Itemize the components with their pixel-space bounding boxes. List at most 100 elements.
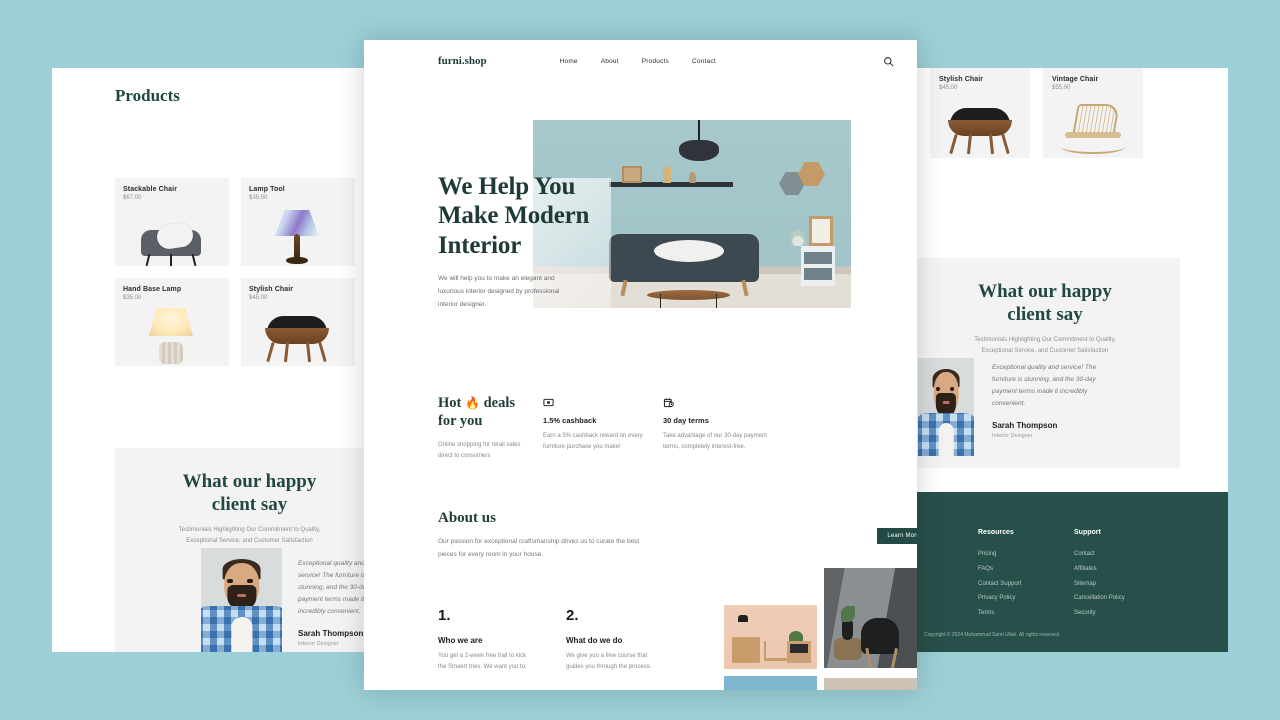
footer-column-heading: ces <box>910 524 978 541</box>
footer-link[interactable]: FAQs <box>978 562 1074 577</box>
product-name: Stylish Chair <box>939 76 984 83</box>
learn-more-button[interactable]: Learn More <box>877 528 917 544</box>
about-paragraph: Our passion for exceptional craftsmanshi… <box>438 538 640 558</box>
deal-item-cashback: 1.5% cashback Earn a 5% cashback reward … <box>543 395 653 463</box>
hero-heading-line1: We Help You <box>438 173 576 200</box>
footer-column-heading: Support <box>1074 529 1101 536</box>
testimonial-body: Exceptional quality and service! The fur… <box>992 362 1102 439</box>
deals-heading-line2: for you <box>438 412 483 429</box>
product-card[interactable]: Vintage Chair $55.00 <box>1043 68 1143 158</box>
product-name: Hand Base Lamp <box>123 286 182 293</box>
hero-heading-line2: Make Modern <box>438 202 590 230</box>
product-price: $35.00 <box>249 195 268 201</box>
product-card[interactable]: Stylish Chair $45.00 <box>241 278 355 366</box>
footer-copyright: Copyright © 2024 Muhammad Sami Ullah. Al… <box>924 632 1061 638</box>
footer-column-company: ces ut Us y Center <box>910 524 978 621</box>
product-card[interactable]: Stylish Chair $45.00 <box>930 68 1030 158</box>
testimonial-title: What our happy client say <box>115 470 384 516</box>
hero-paragraph: We will help you to make an elegant and … <box>438 274 560 308</box>
testimonial-section: What our happy client say Testimonials H… <box>115 448 384 652</box>
product-image <box>241 206 355 266</box>
footer-link[interactable]: Contact Support <box>978 577 1074 592</box>
product-grid: Stylish Chair $45.00 Vintage Chair $55.0… <box>930 68 1143 158</box>
left-preview-panel: Products Stackable Chair $67.00 Lamp Too… <box>52 68 384 652</box>
footer-link[interactable]: y <box>910 562 978 577</box>
about-heading: About us <box>438 510 496 526</box>
footer-column-resources: Resources Pricing FAQs Contact Support P… <box>978 524 1074 621</box>
about-image-desk <box>724 605 817 669</box>
footer-link[interactable]: Contact <box>1074 547 1174 562</box>
brand-logo[interactable]: furni.shop <box>438 55 487 67</box>
product-name: Vintage Chair <box>1052 76 1099 83</box>
footer-link[interactable]: ut Us <box>910 547 978 562</box>
product-price: $35.00 <box>123 295 142 301</box>
testimonial-avatar <box>918 358 974 456</box>
testimonial-title-line2: client say <box>211 494 288 516</box>
testimonial-title-line1: What our happy <box>978 281 1112 302</box>
product-card[interactable]: Hand Base Lamp $35.00 <box>115 278 229 366</box>
nav-item-about[interactable]: About <box>601 58 619 65</box>
deal-title: 30 day terms <box>663 416 709 425</box>
nav-item-home[interactable]: Home <box>560 58 578 65</box>
product-price: $55.00 <box>1052 85 1071 91</box>
products-section-title: Products <box>115 86 180 105</box>
main-navigation: Home About Products Contact <box>560 58 716 65</box>
testimonial-section: What our happy client say Testimonials H… <box>910 258 1180 468</box>
step-body: We give you a free course that guides yo… <box>566 653 652 671</box>
product-card[interactable]: Lamp Tool $35.00 <box>241 178 355 266</box>
footer-link[interactable]: Privacy Policy <box>978 591 1074 606</box>
about-section: About us Our passion for exceptional cra… <box>438 510 917 690</box>
deals-section: Hot 🔥 deals for you Online shopping for … <box>438 395 848 463</box>
footer-link[interactable]: Pricing <box>978 547 1074 562</box>
main-website-mockup: furni.shop Home About Products Contact W… <box>364 40 917 690</box>
testimonial-title-line1: What our happy <box>182 471 317 492</box>
about-image-armchair <box>724 676 817 690</box>
testimonial-avatar <box>201 548 282 652</box>
product-image <box>1043 98 1143 158</box>
step-number: 2. <box>566 607 579 624</box>
about-step: 1. Who we are You get a 2-week free trai… <box>438 607 534 674</box>
step-body: You get a 2-week free trail to kick the … <box>438 653 527 671</box>
search-icon[interactable] <box>881 54 895 68</box>
deals-heading: Hot 🔥 deals for you <box>438 395 538 430</box>
product-name: Stylish Chair <box>249 286 294 293</box>
testimonial-subtitle: Testimonials Highlighting Our Commitment… <box>115 525 384 545</box>
testimonial-title-line2: client say <box>1007 304 1083 326</box>
deals-intro: Hot 🔥 deals for you Online shopping for … <box>438 395 538 463</box>
about-image-living-room <box>824 678 917 690</box>
footer-link[interactable]: Terms <box>978 606 1074 621</box>
footer-link[interactable]: Sitemap <box>1074 577 1174 592</box>
about-step: 2. What do we do We give you a free cour… <box>566 607 662 674</box>
product-card[interactable]: Stackable Chair $67.00 <box>115 178 229 266</box>
footer-column-heading: Resources <box>978 529 1014 536</box>
footer-link[interactable]: Security <box>1074 606 1174 621</box>
testimonial-subtitle-line2: Exceptional Service, and Customer Satisf… <box>186 537 313 544</box>
nav-item-contact[interactable]: Contact <box>692 58 716 65</box>
product-image <box>930 98 1030 158</box>
product-name: Lamp Tool <box>249 186 285 193</box>
nav-item-products[interactable]: Products <box>642 58 669 65</box>
site-navbar: furni.shop Home About Products Contact <box>364 40 917 82</box>
footer-link[interactable]: Center <box>910 577 978 592</box>
product-price: $67.00 <box>123 195 142 201</box>
product-price: $45.00 <box>249 295 268 301</box>
deals-heading-deals: deals <box>483 395 515 411</box>
product-image <box>115 306 229 366</box>
deals-subtitle: Online shopping for retail sales direct … <box>438 442 521 460</box>
deal-item-terms: 30 day terms Take advantage of our 30-da… <box>663 395 773 463</box>
step-title: Who we are <box>438 636 483 645</box>
footer-link[interactable]: Cancellation Policy <box>1074 591 1174 606</box>
about-image-black-chair <box>824 568 917 668</box>
testimonial-role: Interior Designer <box>992 433 1033 440</box>
testimonial-quote: Exceptional quality and service! The fur… <box>992 364 1097 408</box>
testimonial-title: What our happy client say <box>910 280 1180 326</box>
footer-link[interactable]: Affiliates <box>1074 562 1174 577</box>
hero-text-block: We Help You Make Modern Interior We will… <box>438 172 638 311</box>
hero-heading: We Help You Make Modern Interior <box>438 172 638 260</box>
product-image <box>115 206 229 266</box>
deal-body: Take advantage of our 30-day payment ter… <box>663 433 768 451</box>
hero-section: We Help You Make Modern Interior We will… <box>364 82 917 314</box>
product-image <box>241 306 355 366</box>
site-footer: ces ut Us y Center Resources Pricing FAQ… <box>910 492 1228 652</box>
deal-body: Earn a 5% cashback reward on every furni… <box>543 433 643 451</box>
